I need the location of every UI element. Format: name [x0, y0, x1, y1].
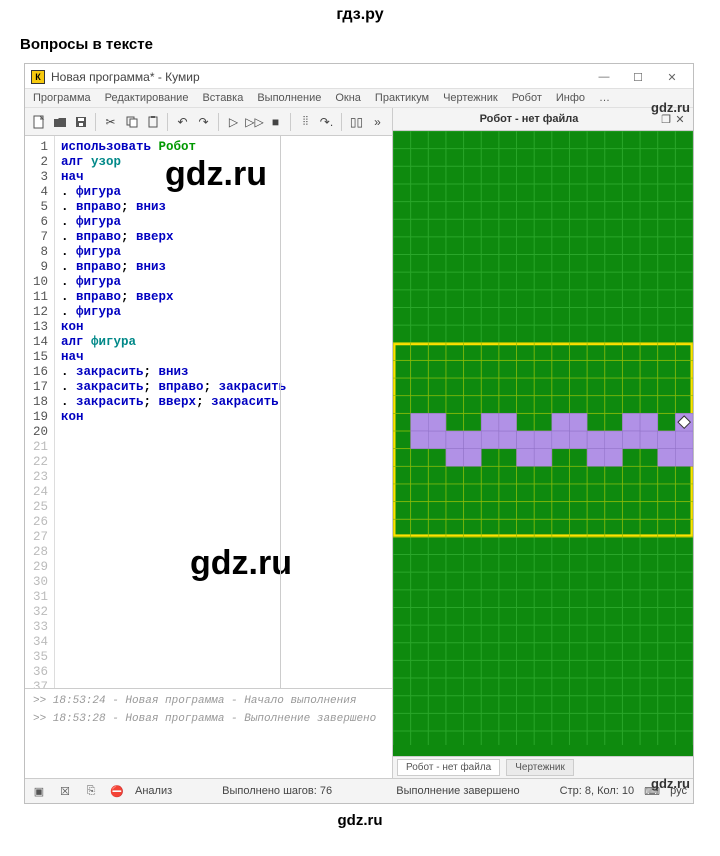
stop-icon[interactable]: ■ — [266, 112, 285, 131]
sb-icon-1[interactable]: ▣ — [31, 783, 47, 799]
log-line-1: >> 18:53:24 - Новая программа - Начало в… — [33, 695, 384, 707]
keyboard-icon[interactable]: ⌨ — [644, 783, 660, 799]
code-content[interactable]: использовать Роботалг узорнач. фигура. в… — [55, 136, 392, 688]
robot-tab-robot[interactable]: Робот - нет файла — [397, 759, 500, 776]
app-icon: К — [31, 70, 45, 84]
step-icon[interactable]: ⦙⦙ — [296, 112, 315, 131]
code-editor[interactable]: 1234567891011121314151617181920212223242… — [25, 136, 392, 688]
sb-icon-4[interactable]: ⛔ — [109, 783, 125, 799]
sb-icon-3[interactable]: ⎘ — [83, 783, 99, 799]
robot-tabs: Робот - нет файла Чертежник — [393, 756, 693, 778]
robot-header: Робот - нет файла ❐ ✕ — [393, 108, 693, 131]
view1-icon[interactable]: ▯▯ — [347, 112, 366, 131]
page-top-label: гдз.ру — [0, 0, 720, 32]
redo-icon[interactable]: ↷ — [194, 112, 213, 131]
minimize-button[interactable]: — — [589, 68, 619, 86]
robot-grid — [393, 131, 693, 745]
sb-icon-2[interactable]: ☒ — [57, 783, 73, 799]
left-pane: ✂ ↶ ↷ ▷ ▷▷ ■ ⦙⦙ ↷. ▯▯ » 1234567891011121… — [25, 108, 393, 778]
copy-icon[interactable] — [122, 112, 141, 131]
menu-practicum[interactable]: Практикум — [375, 92, 429, 104]
title-bar: К Новая программа* - Кумир — ☐ ✕ — [25, 64, 693, 89]
column-ruler — [280, 136, 281, 688]
window-title: Новая программа* - Кумир — [51, 70, 200, 84]
run-icon[interactable]: ▷ — [224, 112, 243, 131]
menu-run[interactable]: Выполнение — [257, 92, 321, 104]
menu-info[interactable]: Инфо — [556, 92, 585, 104]
cut-icon[interactable]: ✂ — [101, 112, 120, 131]
paste-icon[interactable] — [143, 112, 162, 131]
kumir-window: К Новая программа* - Кумир — ☐ ✕ Програм… — [24, 63, 694, 804]
step-over-icon[interactable]: ↷. — [317, 112, 336, 131]
menu-edit[interactable]: Редактирование — [105, 92, 189, 104]
open-file-icon[interactable] — [50, 112, 69, 131]
detach-icon[interactable]: ❐ — [659, 112, 673, 126]
page-bottom-label: gdz.ru — [0, 804, 720, 833]
status-lang: рус — [670, 785, 687, 797]
view2-icon[interactable]: » — [368, 112, 387, 131]
close-button[interactable]: ✕ — [657, 68, 687, 86]
status-bar: ▣ ☒ ⎘ ⛔ Анализ Выполнено шагов: 76 Выпол… — [25, 778, 693, 803]
status-run: Выполнение завершено — [396, 785, 519, 797]
menu-drafter[interactable]: Чертежник — [443, 92, 498, 104]
menu-windows[interactable]: Окна — [335, 92, 361, 104]
menu-dots[interactable]: … — [599, 92, 610, 104]
status-steps: Выполнено шагов: 76 — [222, 785, 332, 797]
menu-robot[interactable]: Робот — [512, 92, 542, 104]
maximize-button[interactable]: ☐ — [623, 68, 653, 86]
robot-header-title: Робот - нет файла — [399, 113, 659, 125]
menu-insert[interactable]: Вставка — [202, 92, 243, 104]
status-analysis: Анализ — [135, 785, 172, 797]
log-line-2: >> 18:53:28 - Новая программа - Выполнен… — [33, 713, 384, 725]
undo-icon[interactable]: ↶ — [173, 112, 192, 131]
line-gutter: 1234567891011121314151617181920212223242… — [25, 136, 55, 688]
main-area: ✂ ↶ ↷ ▷ ▷▷ ■ ⦙⦙ ↷. ▯▯ » 1234567891011121… — [25, 108, 693, 778]
robot-pane: Робот - нет файла ❐ ✕ Робот - нет файла … — [393, 108, 693, 778]
status-cursor: Стр: 8, Кол: 10 — [560, 785, 635, 797]
save-file-icon[interactable] — [71, 112, 90, 131]
log-output: >> 18:53:24 - Новая программа - Начало в… — [25, 688, 392, 778]
robot-field[interactable] — [393, 131, 693, 756]
menu-program[interactable]: Программа — [33, 92, 91, 104]
new-file-icon[interactable] — [29, 112, 48, 131]
run-fast-icon[interactable]: ▷▷ — [245, 112, 264, 131]
toolbar: ✂ ↶ ↷ ▷ ▷▷ ■ ⦙⦙ ↷. ▯▯ » — [25, 108, 392, 136]
robot-tab-drafter[interactable]: Чертежник — [506, 759, 574, 776]
close-panel-icon[interactable]: ✕ — [673, 112, 687, 126]
questions-heading: Вопросы в тексте — [0, 32, 720, 63]
menu-bar: Программа Редактирование Вставка Выполне… — [25, 89, 693, 108]
